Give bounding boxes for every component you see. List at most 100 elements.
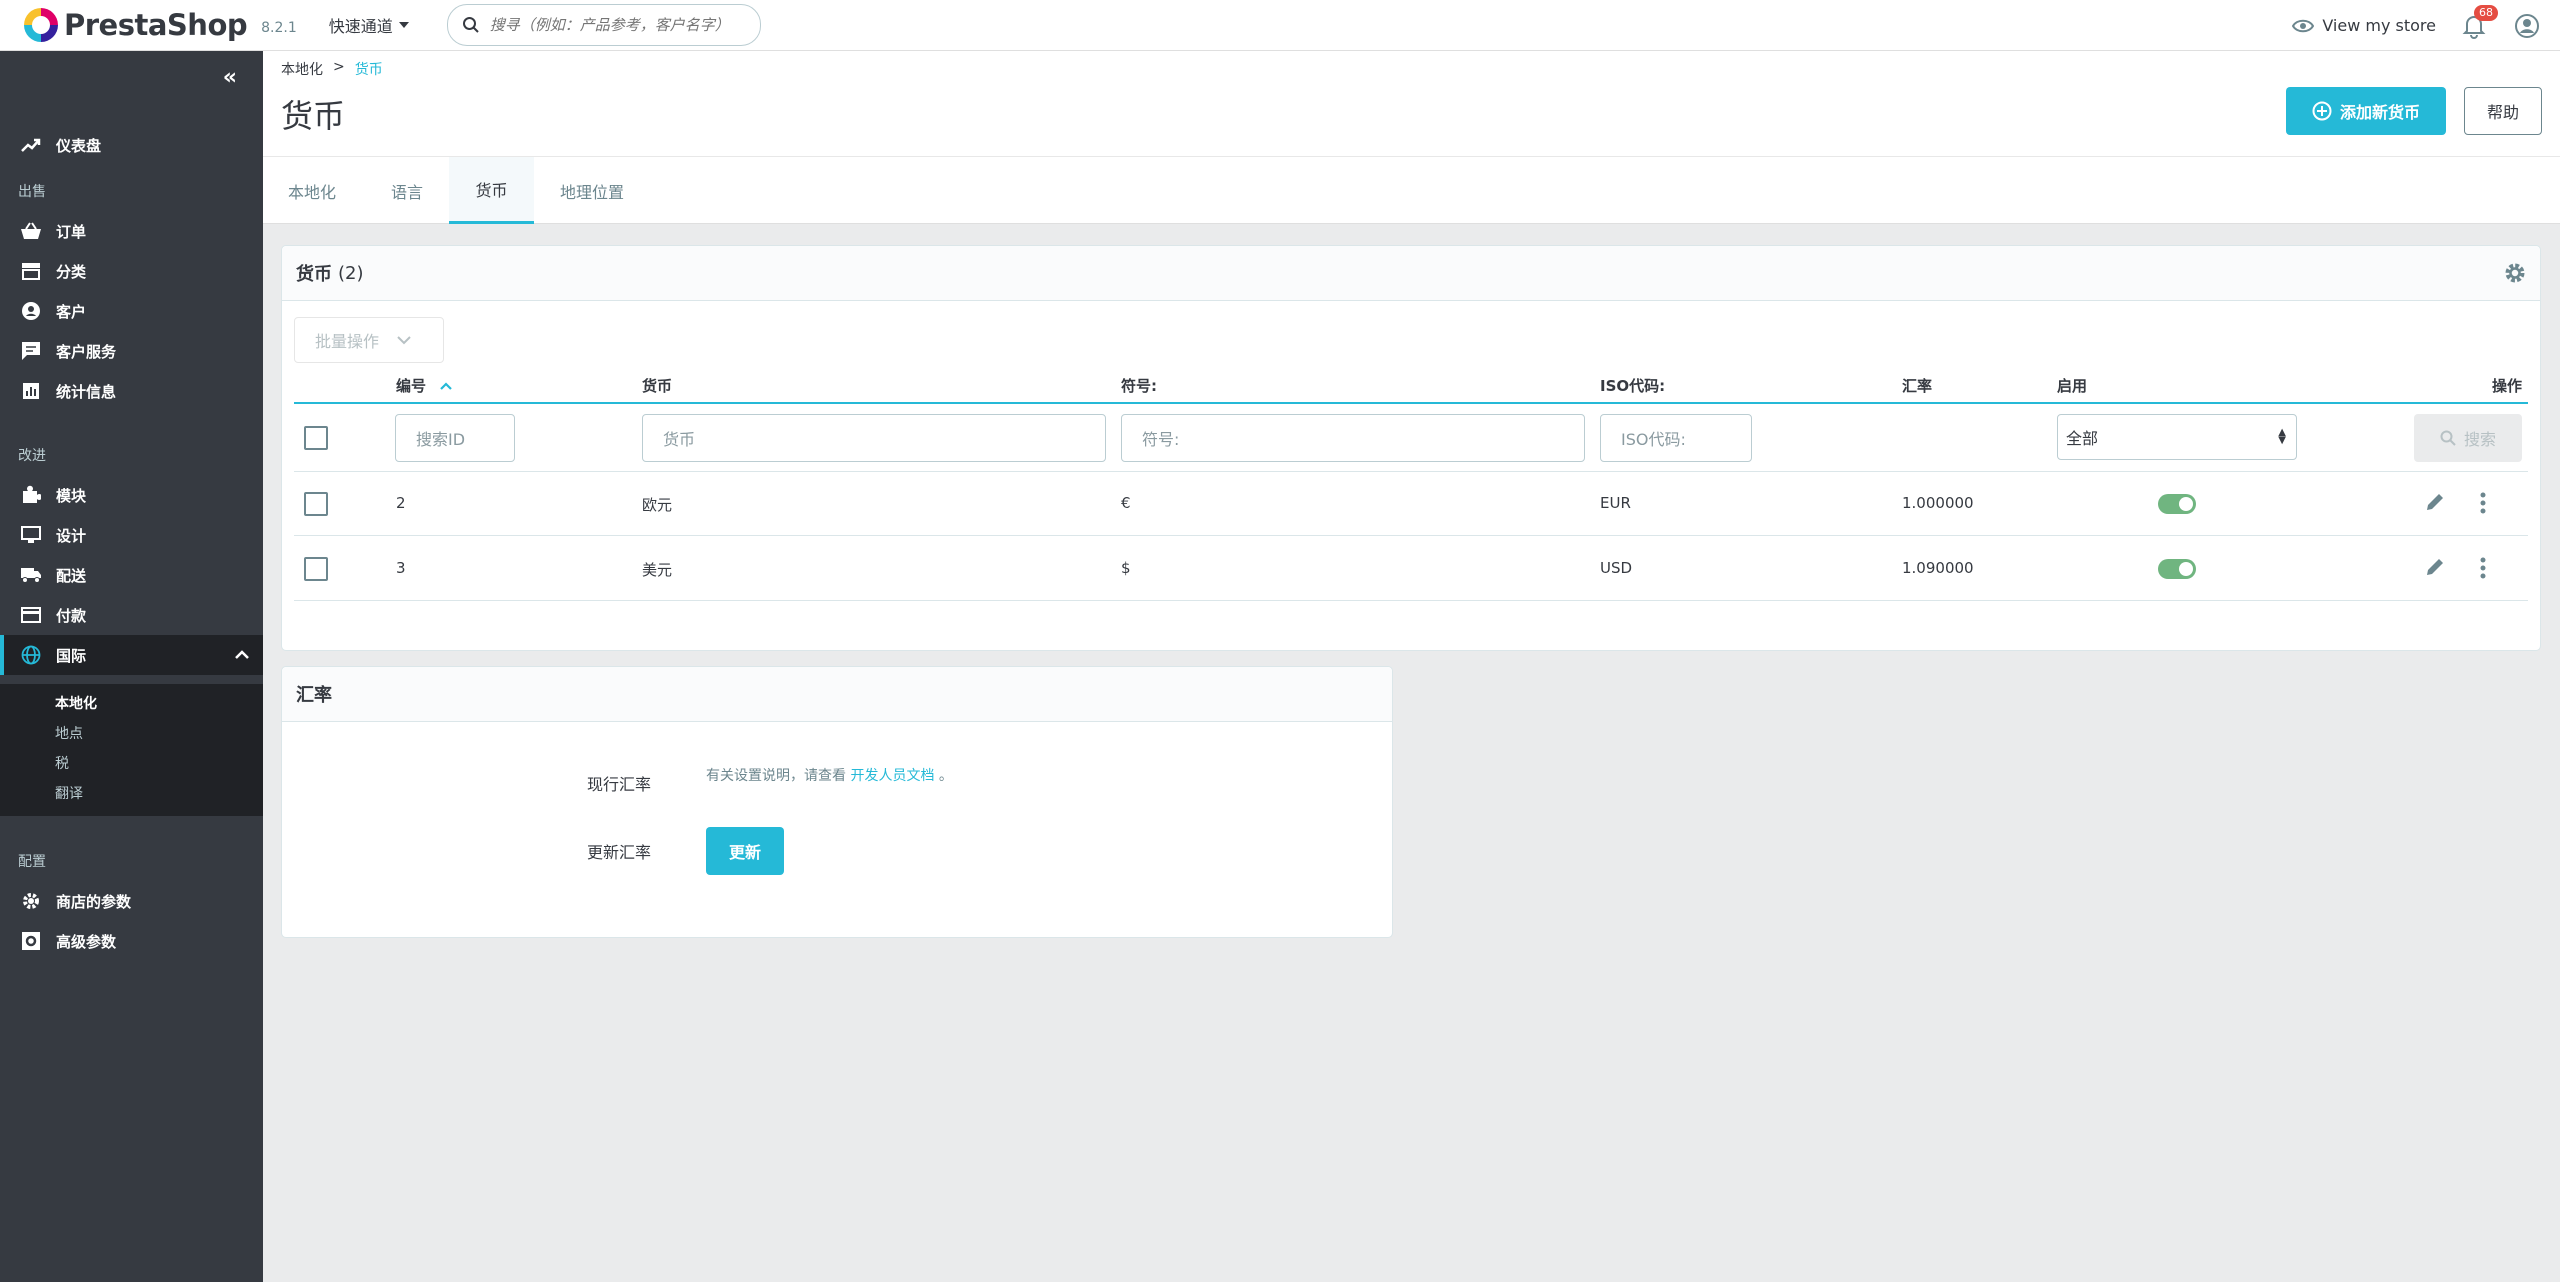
- view-store-link[interactable]: View my store: [2292, 16, 2436, 35]
- desktop-icon: [21, 526, 41, 543]
- gear-icon: [23, 893, 39, 909]
- enabled-toggle[interactable]: [2158, 494, 2196, 514]
- tab-geolocation[interactable]: 地理位置: [560, 157, 624, 224]
- more-actions-icon[interactable]: [2480, 492, 2486, 514]
- search-input[interactable]: [489, 16, 740, 34]
- globe-icon: [21, 645, 41, 665]
- prestashop-logo-icon: [24, 8, 58, 42]
- cell-symbol: €: [1121, 494, 1131, 512]
- enabled-toggle[interactable]: [2158, 559, 2196, 579]
- gear-icon[interactable]: [2504, 262, 2526, 284]
- prestashop-logo[interactable]: PrestaShop: [24, 8, 248, 42]
- localization-tabs: 本地化 语言 货币 地理位置: [263, 156, 2560, 224]
- currencies-count: (2): [338, 262, 364, 284]
- sidebar-item-dashboard[interactable]: 仪表盘: [0, 125, 263, 165]
- tab-languages[interactable]: 语言: [391, 157, 423, 224]
- edit-pencil-icon[interactable]: [2425, 557, 2445, 577]
- currency-filter-input[interactable]: 货币: [642, 414, 1106, 462]
- row-checkbox[interactable]: [304, 557, 328, 581]
- row-checkbox[interactable]: [304, 492, 328, 516]
- sidebar-item-label: 模块: [56, 486, 87, 505]
- column-header-id[interactable]: 编号: [396, 375, 452, 396]
- sidebar-item-label: 客户: [56, 302, 87, 321]
- column-header-symbol[interactable]: 符号:: [1121, 375, 1157, 396]
- search-icon: [462, 17, 479, 33]
- search-bar[interactable]: [446, 4, 761, 46]
- sidebar-item-label: 商店的参数: [56, 892, 132, 911]
- sidebar-section-configure: 配置: [18, 854, 46, 870]
- truck-icon: [21, 568, 41, 583]
- tab-currencies[interactable]: 货币: [449, 157, 534, 224]
- live-rates-label: 现行汇率: [587, 775, 652, 794]
- id-filter-input[interactable]: 搜索ID: [395, 414, 515, 462]
- chat-icon: [22, 342, 40, 360]
- edit-pencil-icon[interactable]: [2425, 492, 2445, 512]
- column-header-enabled[interactable]: 启用: [2057, 375, 2087, 396]
- update-rates-button[interactable]: 更新: [706, 827, 784, 875]
- row-divider: [294, 535, 2528, 536]
- sidebar-item-label: 付款: [56, 606, 87, 625]
- sidebar-item-advanced-params[interactable]: 高级参数: [0, 921, 263, 961]
- sort-ascending-icon[interactable]: [440, 381, 452, 390]
- cell-iso: USD: [1600, 559, 1633, 577]
- more-actions-icon[interactable]: [2480, 557, 2486, 579]
- cell-currency: 美元: [642, 561, 673, 579]
- help-text-suffix: 。: [938, 768, 953, 784]
- bulk-actions-dropdown[interactable]: 批量操作: [294, 317, 444, 363]
- breadcrumb-current: 货币: [354, 62, 383, 78]
- currencies-card-title: 货币: [296, 264, 332, 285]
- symbol-filter-input[interactable]: 符号:: [1121, 414, 1585, 462]
- collapse-sidebar-icon[interactable]: «: [223, 65, 237, 90]
- enabled-filter-value: 全部: [2066, 429, 2099, 448]
- sidebar-subitem-taxes[interactable]: 税: [55, 753, 69, 773]
- update-rates-label: 更新汇率: [587, 843, 652, 862]
- sidebar-item-label: 分类: [56, 262, 87, 281]
- sidebar-item-orders[interactable]: 订单: [0, 211, 263, 251]
- cell-iso: EUR: [1600, 494, 1631, 512]
- sidebar-item-label: 设计: [56, 526, 87, 545]
- sidebar-subitem-locations[interactable]: 地点: [55, 723, 83, 743]
- sidebar-item-label: 高级参数: [56, 932, 117, 951]
- add-currency-button[interactable]: 添加新货币: [2286, 87, 2446, 135]
- breadcrumb-separator: >: [333, 59, 345, 75]
- sidebar-subitem-localization[interactable]: 本地化: [55, 693, 97, 713]
- chevron-up-icon: [235, 650, 249, 659]
- notifications-button[interactable]: 68: [2462, 4, 2498, 39]
- sidebar-subitem-translations[interactable]: 翻译: [55, 783, 83, 803]
- help-button[interactable]: 帮助: [2464, 87, 2542, 135]
- select-all-checkbox[interactable]: [304, 426, 328, 450]
- sidebar-item-catalog[interactable]: 分类: [0, 251, 263, 291]
- column-header-currency[interactable]: 货币: [642, 375, 672, 396]
- cell-id: 3: [396, 559, 406, 577]
- sidebar-item-international[interactable]: 国际: [0, 635, 263, 675]
- version-label: 8.2.1: [261, 20, 297, 36]
- sidebar-item-shop-params[interactable]: 商店的参数: [0, 881, 263, 921]
- cell-rate: 1.000000: [1902, 494, 1974, 512]
- row-divider: [294, 600, 2528, 601]
- column-header-rate[interactable]: 汇率: [1902, 375, 1932, 396]
- sidebar-item-stats[interactable]: 统计信息: [0, 371, 263, 411]
- user-account-icon[interactable]: [2514, 13, 2540, 39]
- sidebar-item-label: 订单: [56, 222, 87, 241]
- column-header-actions: 操作: [2492, 377, 2523, 395]
- developer-docs-link[interactable]: 开发人员文档: [850, 768, 934, 784]
- column-header-iso[interactable]: ISO代码:: [1600, 375, 1665, 396]
- tab-localization[interactable]: 本地化: [288, 157, 336, 224]
- sidebar-item-label: 国际: [56, 646, 87, 665]
- sidebar-item-payment[interactable]: 付款: [0, 595, 263, 635]
- iso-filter-input[interactable]: ISO代码:: [1600, 414, 1752, 462]
- quick-access-dropdown[interactable]: 快速通道: [329, 13, 409, 37]
- sidebar-item-customers[interactable]: 客户: [0, 291, 263, 331]
- sidebar-item-modules[interactable]: 模块: [0, 475, 263, 515]
- puzzle-icon: [23, 485, 41, 503]
- enabled-filter-select[interactable]: 全部 ▲ ▼: [2057, 414, 2297, 460]
- sidebar-item-shipping[interactable]: 配送: [0, 555, 263, 595]
- sidebar-item-design[interactable]: 设计: [0, 515, 263, 555]
- sidebar-item-label: 客户服务: [56, 342, 117, 361]
- sidebar-item-customer-service[interactable]: 客户服务: [0, 331, 263, 371]
- breadcrumb-parent[interactable]: 本地化: [281, 59, 323, 79]
- live-rates-help-text: 有关设置说明，请查看 开发人员文档 。: [706, 765, 953, 785]
- search-filter-button[interactable]: 搜索: [2414, 414, 2522, 462]
- sidebar: « 仪表盘 出售 订单 分类 客户 客户服务 统计信息 改进 模块 设计 配送 …: [0, 51, 263, 1282]
- sidebar-item-label: 统计信息: [56, 382, 117, 401]
